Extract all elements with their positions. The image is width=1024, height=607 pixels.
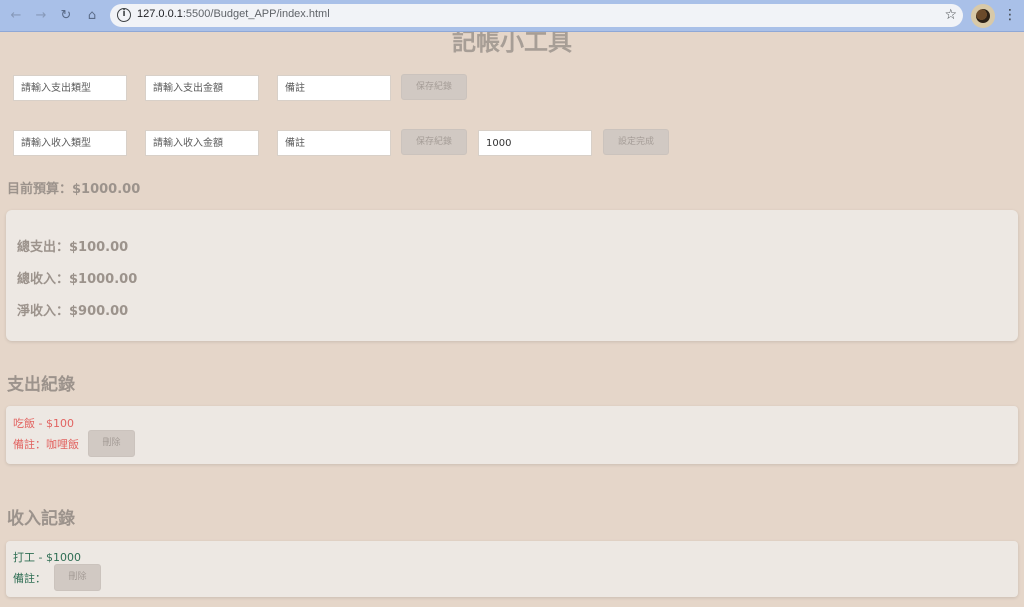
bookmark-star-icon[interactable]: ☆ <box>944 7 957 23</box>
save-expense-button[interactable]: 保存紀錄 <box>401 74 467 100</box>
delete-income-button[interactable]: 刪除 <box>54 564 101 591</box>
profile-avatar[interactable] <box>971 4 995 28</box>
summary-card: 總支出：$100.00 總收入：$1000.00 淨收入：$900.00 <box>6 210 1018 341</box>
site-info-icon[interactable]: i <box>117 8 131 22</box>
expense-record-note: 備註：咖哩飯 <box>13 438 79 451</box>
expense-amount-input[interactable] <box>145 75 259 101</box>
address-bar[interactable]: i 127.0.0.1:5500/Budget_APP/index.html ☆ <box>110 4 963 27</box>
total-expense: 總支出：$100.00 <box>17 240 129 255</box>
expense-records-heading: 支出紀錄 <box>7 375 75 395</box>
income-type-input[interactable] <box>13 130 127 156</box>
url-text[interactable]: 127.0.0.1:5500/Budget_APP/index.html <box>137 8 330 20</box>
more-menu-icon[interactable]: ⋮ <box>1002 6 1018 24</box>
income-record-title: 打工 - $1000 <box>13 551 81 564</box>
budget-input[interactable] <box>478 130 592 156</box>
income-note-input[interactable] <box>277 130 391 156</box>
expense-type-input[interactable] <box>13 75 127 101</box>
home-icon[interactable]: ⌂ <box>83 6 101 24</box>
expense-record-title: 吃飯 - $100 <box>13 417 74 430</box>
delete-expense-button[interactable]: 刪除 <box>88 430 135 457</box>
avatar-image <box>976 9 990 23</box>
set-budget-button[interactable]: 設定完成 <box>603 129 669 155</box>
expense-record-card: 吃飯 - $100 備註：咖哩飯 刪除 <box>6 406 1018 464</box>
expense-note-input[interactable] <box>277 75 391 101</box>
save-income-button[interactable]: 保存紀錄 <box>401 129 467 155</box>
browser-toolbar: ← → ↻ ⌂ i 127.0.0.1:5500/Budget_APP/inde… <box>0 0 1024 32</box>
total-income: 總收入：$1000.00 <box>17 272 138 287</box>
income-record-card: 打工 - $1000 備註： 刪除 <box>6 541 1018 597</box>
reload-icon[interactable]: ↻ <box>57 6 75 24</box>
url-host: 127.0.0.1 <box>137 8 183 20</box>
income-record-note: 備註： <box>13 572 46 585</box>
url-path: :5500/Budget_APP/index.html <box>182 8 330 20</box>
current-budget: 目前預算：$1000.00 <box>7 182 141 197</box>
net-income: 淨收入：$900.00 <box>17 304 129 319</box>
back-icon[interactable]: ← <box>7 6 25 24</box>
forward-icon[interactable]: → <box>32 6 50 24</box>
income-amount-input[interactable] <box>145 130 259 156</box>
income-records-heading: 收入記錄 <box>7 509 75 529</box>
